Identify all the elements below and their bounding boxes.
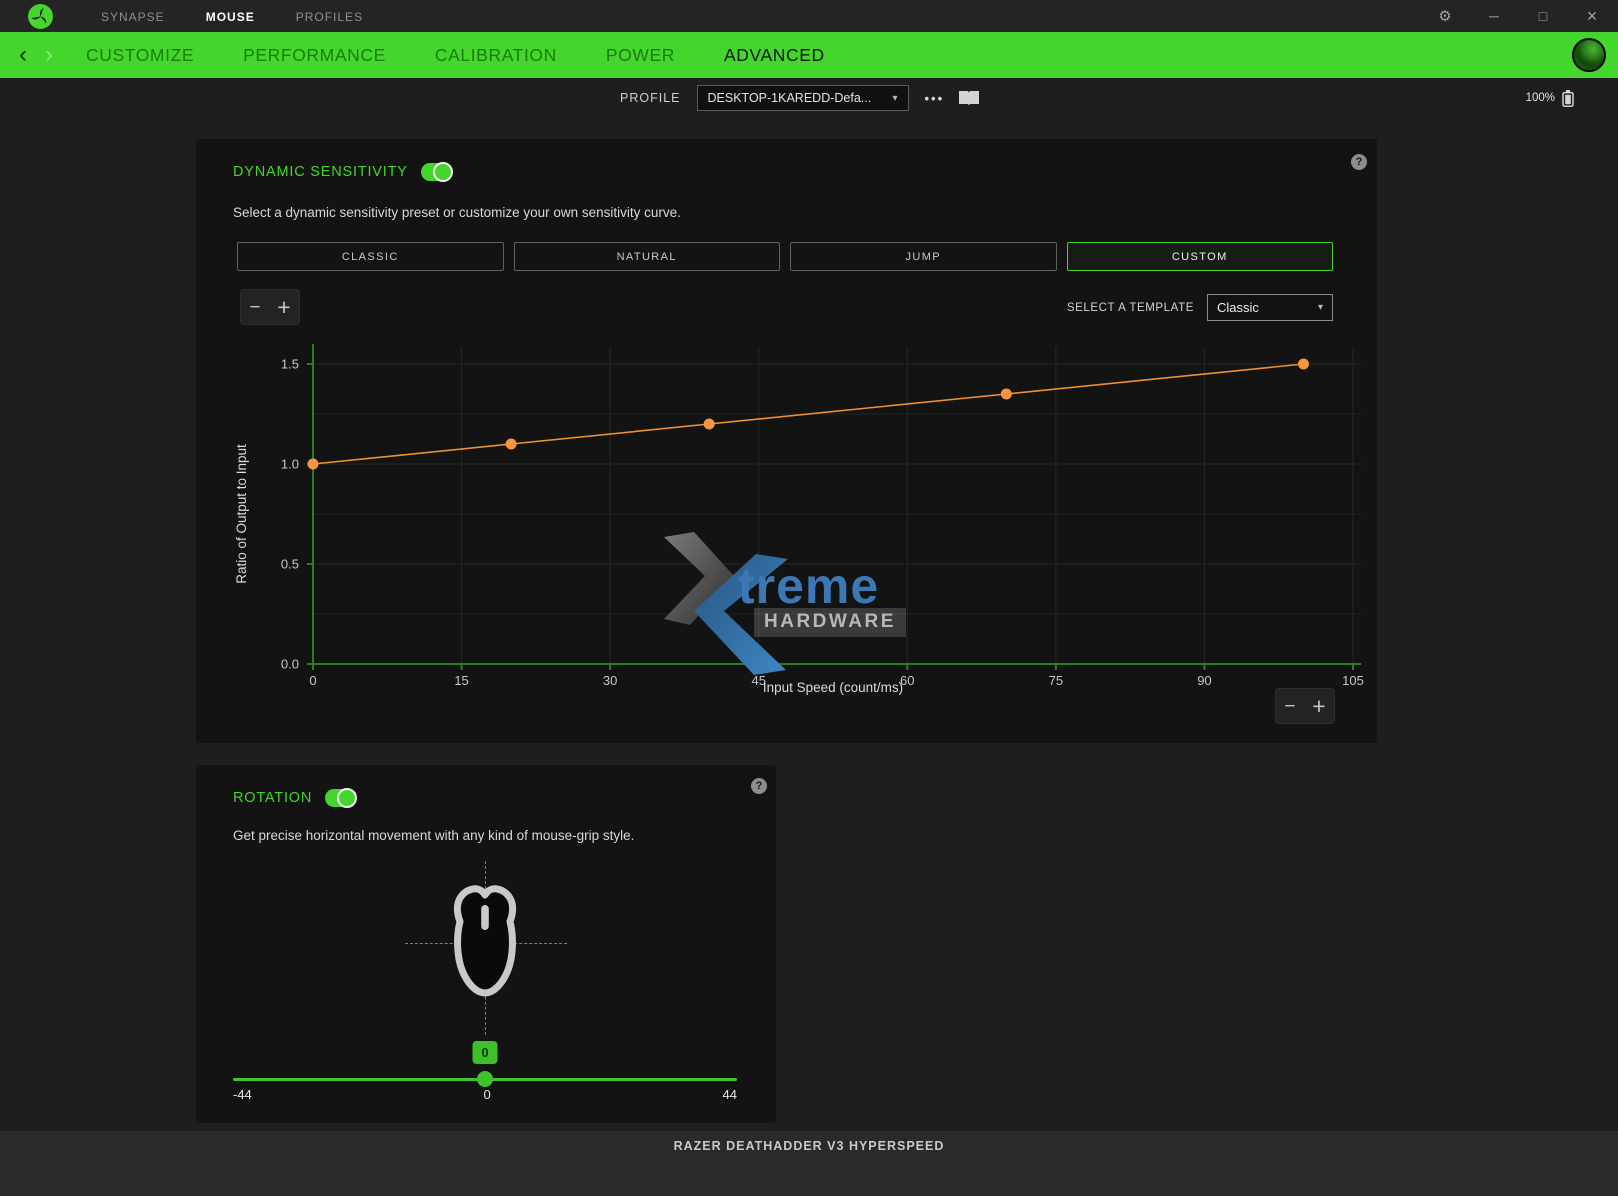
profile-group: PROFILE DESKTOP-1KAREDD-Defa... ▾ ••• <box>620 78 979 118</box>
x-tick-label: 90 <box>1197 673 1211 688</box>
template-label: SELECT A TEMPLATE <box>1067 302 1194 314</box>
battery-percent: 100% <box>1526 92 1555 104</box>
help-icon[interactable]: ? <box>751 778 767 794</box>
nav-customize[interactable]: CUSTOMIZE <box>86 45 194 66</box>
nav-performance[interactable]: PERFORMANCE <box>243 45 386 66</box>
curve-point[interactable] <box>506 439 517 450</box>
help-icon[interactable]: ? <box>1351 154 1367 170</box>
rotation-description: Get precise horizontal movement with any… <box>233 828 634 843</box>
dynamic-sensitivity-panel: ? DYNAMIC SENSITIVITY Select a dynamic s… <box>196 139 1377 743</box>
rotation-panel: ? ROTATION Get precise horizontal moveme… <box>196 765 776 1123</box>
y-tick-label: 0.0 <box>281 657 299 672</box>
preset-jump-button[interactable]: JUMP <box>790 242 1057 271</box>
toggle-knob <box>433 162 453 182</box>
template-selector: SELECT A TEMPLATE Classic ▾ <box>1067 294 1333 321</box>
preset-custom-button[interactable]: CUSTOM <box>1067 242 1334 271</box>
device-nav-items: CUSTOMIZE PERFORMANCE CALIBRATION POWER … <box>86 45 825 66</box>
x-tick-label: 75 <box>1049 673 1063 688</box>
rotation-title: ROTATION <box>233 790 312 806</box>
razer-triskelion-icon <box>32 8 49 25</box>
zoom-out-button[interactable]: − <box>249 298 260 317</box>
slider-min-label: -44 <box>233 1087 252 1102</box>
razer-synapse-window: SYNAPSE MOUSE PROFILES ⚙ ─ □ × ‹ › CUSTO… <box>0 0 1618 1196</box>
rotation-value-badge: 0 <box>473 1041 498 1064</box>
sensitivity-curve-chart[interactable]: 0.00.51.01.50153045607590105Input Speed … <box>216 339 1366 701</box>
toggle-knob <box>337 788 357 808</box>
app-tabs: SYNAPSE MOUSE PROFILES <box>101 10 363 24</box>
device-footer: RAZER DEATHADDER V3 HYPERSPEED <box>0 1131 1618 1196</box>
preset-natural-button[interactable]: NATURAL <box>514 242 781 271</box>
curve-point[interactable] <box>1001 389 1012 400</box>
mouse-top-view-icon[interactable] <box>449 883 521 999</box>
x-axis-title: Input Speed (count/ms) <box>763 680 903 695</box>
rotation-header: ROTATION <box>233 789 356 807</box>
template-dropdown[interactable]: Classic ▾ <box>1207 294 1333 321</box>
profile-dropdown-value: DESKTOP-1KAREDD-Defa... <box>708 91 872 105</box>
close-button[interactable]: × <box>1584 0 1600 33</box>
rotation-slider-labels: -44 0 44 <box>233 1087 737 1102</box>
x-tick-label: 30 <box>603 673 617 688</box>
forward-arrow-icon[interactable]: › <box>36 33 62 77</box>
rotation-slider-track[interactable]: 0 <box>233 1078 737 1081</box>
y-tick-label: 0.5 <box>281 557 299 572</box>
tab-mouse[interactable]: MOUSE <box>206 10 255 24</box>
profile-more-button[interactable]: ••• <box>925 91 945 106</box>
titlebar: SYNAPSE MOUSE PROFILES ⚙ ─ □ × <box>0 0 1618 33</box>
chart-zoom-control-top: − + <box>240 289 300 325</box>
x-tick-label: 15 <box>454 673 468 688</box>
rotation-slider-knob[interactable] <box>477 1071 493 1087</box>
manual-book-icon[interactable] <box>959 91 979 106</box>
user-avatar[interactable] <box>1572 38 1606 72</box>
chart-zoom-control-bottom: − + <box>1275 688 1335 724</box>
back-arrow-icon[interactable]: ‹ <box>10 33 36 77</box>
dynamic-sensitivity-header: DYNAMIC SENSITIVITY <box>233 163 452 181</box>
slider-max-label: 44 <box>723 1087 737 1102</box>
open-book-icon <box>959 91 979 106</box>
rotation-toggle[interactable] <box>325 789 356 807</box>
tab-profiles[interactable]: PROFILES <box>296 10 363 24</box>
tab-synapse[interactable]: SYNAPSE <box>101 10 165 24</box>
razer-logo-icon <box>28 4 53 29</box>
y-axis-title: Ratio of Output to Input <box>234 444 249 584</box>
x-tick-label: 105 <box>1342 673 1364 688</box>
scroll-wheel-icon <box>481 905 489 930</box>
x-tick-label: 0 <box>309 673 316 688</box>
curve-point[interactable] <box>308 459 319 470</box>
chevron-down-icon: ▾ <box>1318 302 1323 313</box>
y-tick-label: 1.0 <box>281 457 299 472</box>
dynamic-sensitivity-title: DYNAMIC SENSITIVITY <box>233 164 408 180</box>
slider-center-label: 0 <box>484 1087 491 1102</box>
dynamic-sensitivity-toggle[interactable] <box>421 163 452 181</box>
zoom-in-button[interactable]: + <box>1312 695 1325 718</box>
battery-status: 100% <box>1526 78 1574 118</box>
zoom-out-button[interactable]: − <box>1284 697 1295 716</box>
device-name: RAZER DEATHADDER V3 HYPERSPEED <box>674 1139 945 1196</box>
curve-point[interactable] <box>1298 359 1309 370</box>
y-tick-label: 1.5 <box>281 357 299 372</box>
zoom-in-button[interactable]: + <box>277 296 290 319</box>
settings-gear-icon[interactable]: ⚙ <box>1437 0 1453 33</box>
profile-dropdown[interactable]: DESKTOP-1KAREDD-Defa... ▾ <box>697 85 909 111</box>
curve-point[interactable] <box>704 419 715 430</box>
dynamic-sensitivity-description: Select a dynamic sensitivity preset or c… <box>233 205 681 220</box>
nav-advanced[interactable]: ADVANCED <box>724 45 825 66</box>
profile-label: PROFILE <box>620 91 681 105</box>
preset-classic-button[interactable]: CLASSIC <box>237 242 504 271</box>
device-navbar: ‹ › CUSTOMIZE PERFORMANCE CALIBRATION PO… <box>0 32 1618 78</box>
nav-power[interactable]: POWER <box>606 45 675 66</box>
battery-icon <box>1562 90 1574 107</box>
maximize-button[interactable]: □ <box>1535 0 1551 33</box>
chevron-down-icon: ▾ <box>892 93 897 104</box>
profile-bar: PROFILE DESKTOP-1KAREDD-Defa... ▾ ••• 10… <box>0 78 1618 118</box>
preset-buttons: CLASSIC NATURAL JUMP CUSTOM <box>237 242 1333 271</box>
nav-calibration[interactable]: CALIBRATION <box>435 45 557 66</box>
window-controls: ⚙ ─ □ × <box>1437 0 1618 33</box>
template-dropdown-value: Classic <box>1217 300 1259 315</box>
minimize-button[interactable]: ─ <box>1486 0 1502 33</box>
